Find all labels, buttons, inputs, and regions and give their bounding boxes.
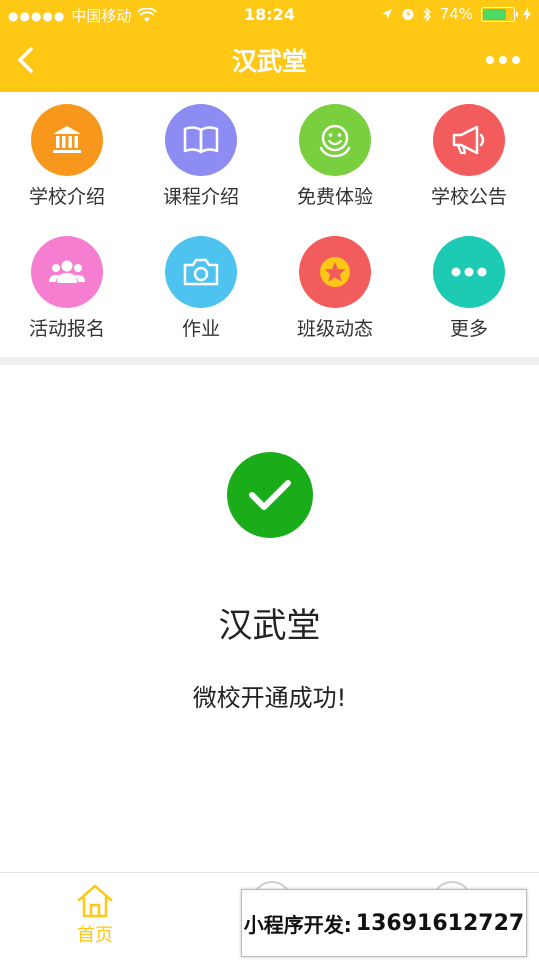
section-divider [0,357,539,365]
status-bar: ●●●●● 中国移动 18:24 74% [0,0,539,30]
feature-grid: 学校介绍 课程介绍 免费体验 学校公告 活动报名 作业 班级动态 更多 [0,92,539,357]
megaphone-icon [433,104,505,176]
success-check-icon [227,452,313,538]
header: ●●●●● 中国移动 18:24 74% 汉武堂 [0,0,539,92]
grid-item-label: 免费体验 [296,186,373,208]
grid-item-school-notice[interactable]: 学校公告 [402,92,536,222]
location-icon [381,9,392,19]
grid-item-label: 作业 [181,318,220,340]
home-icon [77,884,113,918]
battery-percent: 74% [439,5,473,23]
grid-item-label: 班级动态 [296,318,373,340]
grid-item-homework[interactable]: 作业 [134,224,268,354]
smile-icon [299,104,371,176]
grid-item-label: 课程介绍 [162,186,239,208]
book-icon [165,104,237,176]
promo-phone: 13691612727 [355,910,525,936]
tab-home[interactable]: 首页 [55,883,135,947]
grid-item-school-intro[interactable]: 学校介绍 [0,92,134,222]
more-dots-icon [433,236,505,308]
star-icon [299,236,371,308]
more-options-button[interactable] [485,52,521,68]
grid-item-free-trial[interactable]: 免费体验 [268,92,402,222]
alarm-icon [402,9,414,20]
bank-icon [31,104,103,176]
grid-item-more[interactable]: 更多 [402,224,536,354]
nav-bar: 汉武堂 [0,30,539,92]
grid-item-course-intro[interactable]: 课程介绍 [134,92,268,222]
charging-icon [523,7,531,21]
grid-item-label: 活动报名 [28,318,105,340]
grid-item-event-signup[interactable]: 活动报名 [0,224,134,354]
grid-item-class-news[interactable]: 班级动态 [268,224,402,354]
promo-banner: 小程序开发: 13691612727 [241,889,527,957]
bluetooth-icon [423,6,431,22]
battery-icon [481,6,518,22]
group-icon [31,236,103,308]
school-name: 汉武堂 [218,606,321,646]
promo-label: 小程序开发: [243,912,352,937]
grid-item-label: 更多 [449,318,488,340]
grid-item-label: 学校介绍 [28,186,105,208]
success-message: 微校开通成功! [192,684,347,712]
page-title: 汉武堂 [231,47,307,76]
tab-home-label: 首页 [77,925,113,946]
grid-item-label: 学校公告 [430,186,507,208]
camera-icon [165,236,237,308]
